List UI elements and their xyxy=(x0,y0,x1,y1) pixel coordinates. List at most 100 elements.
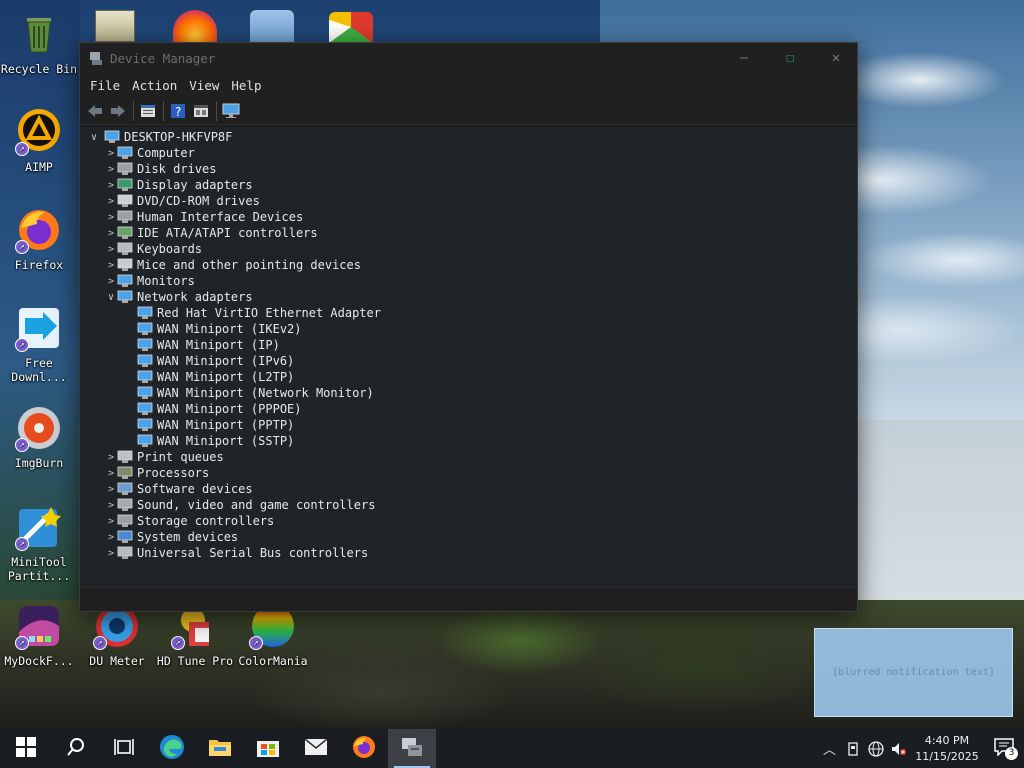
monitor-icon[interactable] xyxy=(220,100,242,122)
tree-category[interactable]: > System devices xyxy=(80,529,857,545)
desktop-icon-recycle-bin[interactable]: Recycle Bin xyxy=(0,10,78,76)
network-adapter-icon xyxy=(137,386,153,400)
tree-category[interactable]: > Print queues xyxy=(80,449,857,465)
search-button[interactable] xyxy=(52,729,100,768)
network-adapter-icon xyxy=(137,402,153,416)
tree-category[interactable]: > Storage controllers xyxy=(80,513,857,529)
tree-category[interactable]: > Human Interface Devices xyxy=(80,209,857,225)
tree-item-label: Print queues xyxy=(137,450,224,464)
chevron-right-icon[interactable]: > xyxy=(105,193,117,209)
taskbar-mail[interactable] xyxy=(292,729,340,768)
taskbar-device-manager[interactable] xyxy=(388,729,436,768)
tree-device[interactable]: WAN Miniport (PPTP) xyxy=(80,417,857,433)
tree-device[interactable]: WAN Miniport (IKEv2) xyxy=(80,321,857,337)
tree-category[interactable]: > Disk drives xyxy=(80,161,857,177)
tree-device[interactable]: WAN Miniport (Network Monitor) xyxy=(80,385,857,401)
start-button[interactable] xyxy=(0,729,52,768)
tree-category[interactable]: > Mice and other pointing devices xyxy=(80,257,857,273)
chevron-right-icon[interactable]: > xyxy=(105,513,117,529)
tree-item-label: Storage controllers xyxy=(137,514,275,528)
notification-center-button[interactable]: 3 xyxy=(984,729,1024,768)
device-manager-window[interactable]: Device Manager — ☐ ✕ File Action View He… xyxy=(79,42,858,612)
back-arrow-icon[interactable] xyxy=(84,100,106,122)
recycle-bin-icon xyxy=(15,10,63,58)
chevron-right-icon[interactable]: > xyxy=(105,225,117,241)
notepad-icon[interactable] xyxy=(95,10,135,42)
help-icon[interactable]: ? xyxy=(167,100,189,122)
tree-category[interactable]: > Universal Serial Bus controllers xyxy=(80,545,857,561)
tree-category[interactable]: > Computer xyxy=(80,145,857,161)
taskbar-file-explorer[interactable] xyxy=(196,729,244,768)
desktop-icon-minitool[interactable]: ↗ MiniTool Partit... xyxy=(0,503,78,583)
tree-category[interactable]: > Keyboards xyxy=(80,241,857,257)
forward-arrow-icon[interactable] xyxy=(107,100,129,122)
tree-category[interactable]: > DVD/CD-ROM drives xyxy=(80,193,857,209)
tree-device[interactable]: WAN Miniport (PPPOE) xyxy=(80,401,857,417)
close-button[interactable]: ✕ xyxy=(813,43,859,73)
network-icon[interactable] xyxy=(864,729,887,768)
device-tree[interactable]: ∨ DESKTOP-HKFVP8F > Computer > Disk drives > Di… xyxy=(80,127,857,589)
taskbar-firefox[interactable] xyxy=(340,729,388,768)
firefox-icon[interactable] xyxy=(173,10,217,42)
properties-icon[interactable] xyxy=(137,100,159,122)
tree-category[interactable]: > Sound, video and game controllers xyxy=(80,497,857,513)
show-hidden-icon[interactable] xyxy=(190,100,212,122)
tree-device[interactable]: WAN Miniport (IP) xyxy=(80,337,857,353)
chevron-right-icon[interactable]: > xyxy=(105,241,117,257)
taskbar-store[interactable] xyxy=(244,729,292,768)
menu-file[interactable]: File xyxy=(84,78,126,93)
chevron-right-icon[interactable]: > xyxy=(105,529,117,545)
tree-category[interactable]: > Software devices xyxy=(80,481,857,497)
chevron-right-icon[interactable]: > xyxy=(105,161,117,177)
chevron-right-icon[interactable]: > xyxy=(105,545,117,561)
tree-item-label: Mice and other pointing devices xyxy=(137,258,361,272)
chevron-right-icon[interactable]: > xyxy=(105,145,117,161)
chevron-right-icon[interactable]: > xyxy=(105,465,117,481)
tree-device[interactable]: WAN Miniport (SSTP) xyxy=(80,433,857,449)
tree-category[interactable]: ∨ Network adapters xyxy=(80,289,857,305)
desktop-icon-aimp[interactable]: ↗ AIMP xyxy=(0,108,78,174)
clock[interactable]: 4:40 PM 11/15/2025 xyxy=(910,733,984,765)
volume-muted-icon[interactable] xyxy=(887,729,910,768)
pie-chart-app-icon[interactable] xyxy=(329,12,373,42)
task-view-button[interactable] xyxy=(100,729,148,768)
tree-category[interactable]: > Monitors xyxy=(80,273,857,289)
network-adapter-icon xyxy=(137,322,153,336)
tree-category[interactable]: > Display adapters xyxy=(80,177,857,193)
tree-item-label: Keyboards xyxy=(137,242,203,256)
minimize-button[interactable]: — xyxy=(721,43,767,73)
firefox-icon xyxy=(352,735,376,763)
health-app-icon[interactable] xyxy=(250,10,294,42)
desktop-icon-firefox[interactable]: ↗ Firefox xyxy=(0,206,78,272)
title-bar[interactable]: Device Manager — ☐ ✕ xyxy=(80,43,857,73)
chevron-right-icon[interactable]: > xyxy=(105,177,117,193)
menu-action[interactable]: Action xyxy=(126,78,183,93)
device-icon[interactable] xyxy=(841,729,864,768)
desktop-icon-imgburn[interactable]: ↗ ImgBurn xyxy=(0,404,78,470)
toast-text: [blurred notification text] xyxy=(832,667,995,678)
tree-item-label: WAN Miniport (Network Monitor) xyxy=(157,386,374,400)
tree-device[interactable]: WAN Miniport (IPv6) xyxy=(80,353,857,369)
chevron-down-icon[interactable]: ∨ xyxy=(105,289,117,305)
chevron-right-icon[interactable]: > xyxy=(105,209,117,225)
maximize-button[interactable]: ☐ xyxy=(767,43,813,73)
menu-view[interactable]: View xyxy=(183,78,225,93)
chevron-right-icon[interactable]: > xyxy=(105,481,117,497)
tree-device[interactable]: WAN Miniport (L2TP) xyxy=(80,369,857,385)
chevron-down-icon[interactable]: ∨ xyxy=(88,129,100,145)
menu-help[interactable]: Help xyxy=(225,78,267,93)
tree-root[interactable]: ∨ DESKTOP-HKFVP8F xyxy=(80,129,857,145)
wallpaper-sea xyxy=(850,420,1024,620)
notification-toast[interactable]: [blurred notification text] xyxy=(814,628,1013,717)
tree-category[interactable]: > Processors xyxy=(80,465,857,481)
chevron-up-icon[interactable]: ︿ xyxy=(818,729,841,768)
chevron-right-icon[interactable]: > xyxy=(105,497,117,513)
tree-device[interactable]: Red Hat VirtIO Ethernet Adapter xyxy=(80,305,857,321)
chevron-right-icon[interactable]: > xyxy=(105,449,117,465)
chevron-right-icon[interactable]: > xyxy=(105,257,117,273)
taskbar-edge[interactable] xyxy=(148,729,196,768)
desktop-icon-free-download-manager[interactable]: ↗ Free Downl... xyxy=(0,304,78,384)
desktop-icon-mydock[interactable]: ↗ MyDockF... xyxy=(0,602,78,668)
tree-category[interactable]: > IDE ATA/ATAPI controllers xyxy=(80,225,857,241)
chevron-right-icon[interactable]: > xyxy=(105,273,117,289)
